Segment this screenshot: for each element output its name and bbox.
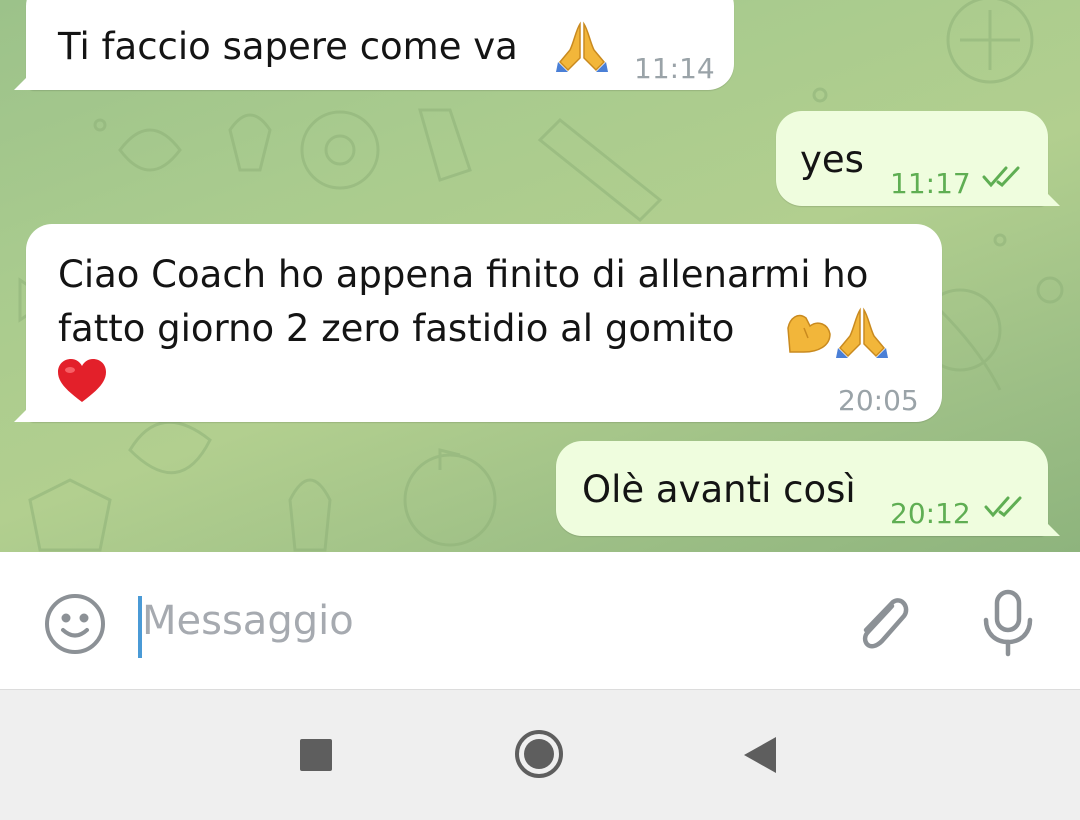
system-navigation-bar	[0, 689, 1080, 820]
smiley-icon[interactable]	[44, 593, 106, 659]
red-heart-icon	[56, 358, 108, 419]
back-icon[interactable]	[744, 737, 778, 777]
message-time: 20:05	[838, 384, 919, 417]
folded-hands-icon	[554, 20, 610, 87]
message-bubble-incoming[interactable]: Ciao Coach ho appena finito di allenarmi…	[14, 224, 942, 422]
folded-hands-icon	[834, 306, 890, 373]
message-text-line: Ciao Coach ho appena finito di allenarmi…	[58, 253, 869, 296]
message-text-line: fatto giorno 2 zero fastidio al gomito	[58, 307, 735, 350]
home-icon[interactable]	[514, 729, 564, 783]
message-text: Ti faccio sapere come va	[58, 25, 518, 68]
message-bubble-outgoing[interactable]: Olè avanti così 20:12	[556, 441, 1060, 536]
message-time: 11:14	[634, 52, 715, 85]
message-time: 20:12	[890, 497, 971, 530]
recent-apps-icon[interactable]	[300, 739, 332, 775]
read-checks-icon	[984, 496, 1022, 518]
chat-area[interactable]: Ti faccio sapere come va 11:14 yes 11:17…	[0, 0, 1080, 552]
message-bubble-outgoing[interactable]: yes 11:17	[776, 111, 1060, 206]
message-bubble-incoming[interactable]: Ti faccio sapere come va 11:14	[14, 0, 734, 90]
read-checks-icon	[982, 166, 1020, 188]
message-text: yes	[800, 138, 864, 181]
microphone-icon[interactable]	[980, 588, 1036, 662]
flexed-biceps-icon	[784, 308, 834, 369]
message-time: 11:17	[890, 167, 971, 200]
paperclip-icon[interactable]	[852, 590, 912, 658]
message-text: Olè avanti così	[582, 468, 856, 511]
message-input[interactable]: Messaggio	[142, 598, 354, 644]
